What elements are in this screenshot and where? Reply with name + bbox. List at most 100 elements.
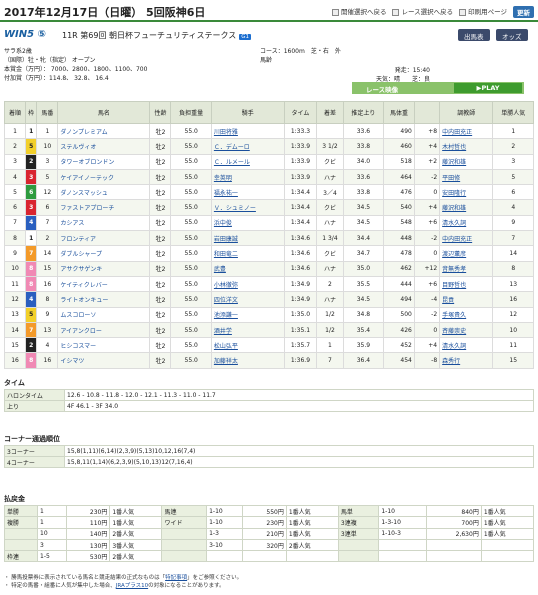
horse-name[interactable]: ケイティクレバー <box>57 275 151 293</box>
horse-name[interactable]: ヒシコスマー <box>57 337 151 354</box>
jockey[interactable]: 松山弘平 <box>210 337 285 354</box>
horse-name[interactable]: ケイアイノーテック <box>57 168 151 186</box>
jockey[interactable]: Ｖ．シュミノー <box>210 199 285 216</box>
horse-name[interactable]: タワーオブロンドン <box>57 153 151 170</box>
column-header: 推定上り <box>342 101 385 124</box>
time: 1:34.6 <box>283 230 318 247</box>
time: 1:34.6 <box>283 245 318 262</box>
horse-name[interactable]: ダノンプレミアム <box>57 122 151 140</box>
jockey[interactable]: 和田竜二 <box>210 245 285 262</box>
horse-name[interactable]: ライトオンキュー <box>57 291 151 308</box>
horse-name[interactable]: アサクサゲンキ <box>57 260 151 277</box>
horse-name[interactable]: ダノンスマッシュ <box>57 184 151 201</box>
weight-change: +4 <box>413 337 441 354</box>
trainer[interactable]: 昆貢 <box>439 291 494 308</box>
payout-amount <box>242 550 287 563</box>
margin: クビ <box>316 199 344 216</box>
jockey[interactable]: 福永祐一 <box>210 184 285 201</box>
column-header: 馬名 <box>57 101 151 124</box>
finish-position: 10 <box>3 260 27 277</box>
trainer[interactable]: 清水久詞 <box>439 214 494 232</box>
weight-change: +8 <box>413 122 441 140</box>
trainer[interactable]: 渡辺薫彦 <box>439 245 494 262</box>
horse-name[interactable]: ダブルシャープ <box>57 245 151 262</box>
last-3f: 34.5 <box>342 199 385 216</box>
jockey[interactable]: 加藤祥太 <box>210 352 285 369</box>
popularity: 16 <box>492 291 534 308</box>
body-weight: 454 <box>383 352 415 369</box>
last-3f: 34.7 <box>342 245 385 262</box>
last-3f: 35.0 <box>342 260 385 277</box>
jockey[interactable]: Ｃ．デムーロ <box>210 138 285 155</box>
trainer[interactable]: 平田修 <box>439 168 494 186</box>
sex-age: 牡2 <box>149 337 172 354</box>
play-button[interactable]: ▶PLAY <box>454 83 522 93</box>
waku: 8 <box>25 275 38 293</box>
horse-name[interactable]: ムスコローソ <box>57 306 151 323</box>
win5-logo: WIN5 ⑤ <box>4 29 47 40</box>
jra-plus10-link[interactable]: JRAプラス10 <box>116 583 148 589</box>
jockey[interactable]: 浜中俊 <box>210 214 285 232</box>
back-to-meeting-link[interactable]: 開催選択へ戻る <box>331 6 386 18</box>
payout-row: 3 130円 3番人気 3-10 320円 2番人気 <box>3 538 535 552</box>
jockey[interactable]: 小林徹弥 <box>210 275 285 293</box>
jockey[interactable]: Ｃ．ルメール <box>210 153 285 170</box>
jockey[interactable]: 四位洋文 <box>210 291 285 308</box>
horse-number: 15 <box>36 260 59 277</box>
bet-type: 枠連 <box>3 550 39 563</box>
jockey[interactable]: 池添謙一 <box>210 306 285 323</box>
horse-name[interactable]: アイアンクロー <box>57 321 151 339</box>
last-3f: 33.6 <box>342 168 385 186</box>
notes: ・ 勝馬投票券に表示されている馬名と競走結果の正式なものは「特記事項」をご参照く… <box>4 575 243 589</box>
race-title: 11R 第69回 朝日杯フューチュリティステークス G1 <box>62 31 252 40</box>
trainer[interactable]: 清水久詞 <box>439 337 494 354</box>
payout-popularity: 1番人気 <box>109 516 163 529</box>
weight-change: -4 <box>413 291 441 308</box>
odds-button[interactable]: オッズ <box>496 29 528 41</box>
trainer[interactable]: 藤沢和雄 <box>439 153 494 170</box>
sex-age: 牡2 <box>149 138 172 155</box>
update-button[interactable]: 更新 <box>513 6 534 18</box>
trainer[interactable]: 森秀行 <box>439 352 494 369</box>
entries-button[interactable]: 出馬表 <box>458 29 490 41</box>
popularity: 2 <box>492 138 534 155</box>
horse-name[interactable]: ファストアプローチ <box>57 199 151 216</box>
trainer[interactable]: 安田隆行 <box>439 184 494 201</box>
trainer[interactable]: 手塚貴久 <box>439 306 494 323</box>
notice-link[interactable]: 特記事項 <box>165 575 187 581</box>
jockey[interactable]: 川田将雅 <box>210 122 285 140</box>
margin: 3／4 <box>316 184 344 201</box>
horse-name[interactable]: イシマツ <box>57 352 151 369</box>
jockey[interactable]: 武豊 <box>210 260 285 277</box>
popularity: 14 <box>492 245 534 262</box>
result-row: 12 4 8 ライトオンキュー 牡2 55.0 四位洋文 1:34.9 ハナ 34.5 494 -4 昆… <box>3 291 534 308</box>
trainer[interactable]: 音無秀孝 <box>439 260 494 277</box>
trainer[interactable]: 木村哲也 <box>439 138 494 155</box>
trainer[interactable]: 斉藤崇史 <box>439 321 494 339</box>
trainer[interactable]: 中内田充正 <box>439 122 494 140</box>
jockey[interactable]: 岩田康誠 <box>210 230 285 247</box>
back-to-race-link[interactable]: レース選択へ戻る <box>392 6 453 18</box>
print-page-link[interactable]: 印刷用ページ <box>459 6 507 18</box>
trainer[interactable]: 藤沢和雄 <box>439 199 494 216</box>
horse-name[interactable]: カシアス <box>57 214 151 232</box>
jockey[interactable]: 幸英明 <box>210 168 285 186</box>
payout-amount: 140円 <box>65 527 111 540</box>
margin: 3 1/2 <box>316 138 344 155</box>
horse-number: 3 <box>36 153 59 170</box>
weight-change: -2 <box>413 230 441 247</box>
waku: 3 <box>25 168 38 186</box>
popularity: 8 <box>492 260 534 277</box>
horse-name[interactable]: フロンティア <box>57 230 151 247</box>
payout-row: 枠連 1-5 530円 2番人気 <box>3 550 535 563</box>
payout-title: 払戻金 <box>4 495 25 503</box>
horse-number: 2 <box>36 230 59 247</box>
time: 1:35.0 <box>283 306 318 323</box>
horse-name[interactable]: ステルヴィオ <box>57 138 151 155</box>
trainer[interactable]: 目野哲也 <box>439 275 494 293</box>
trainer[interactable]: 中内田充正 <box>439 230 494 247</box>
time: 1:35.1 <box>283 321 318 339</box>
combo: 1-10 <box>206 516 244 529</box>
jockey[interactable]: 酒井学 <box>210 321 285 339</box>
finish-position: 6 <box>3 199 27 216</box>
